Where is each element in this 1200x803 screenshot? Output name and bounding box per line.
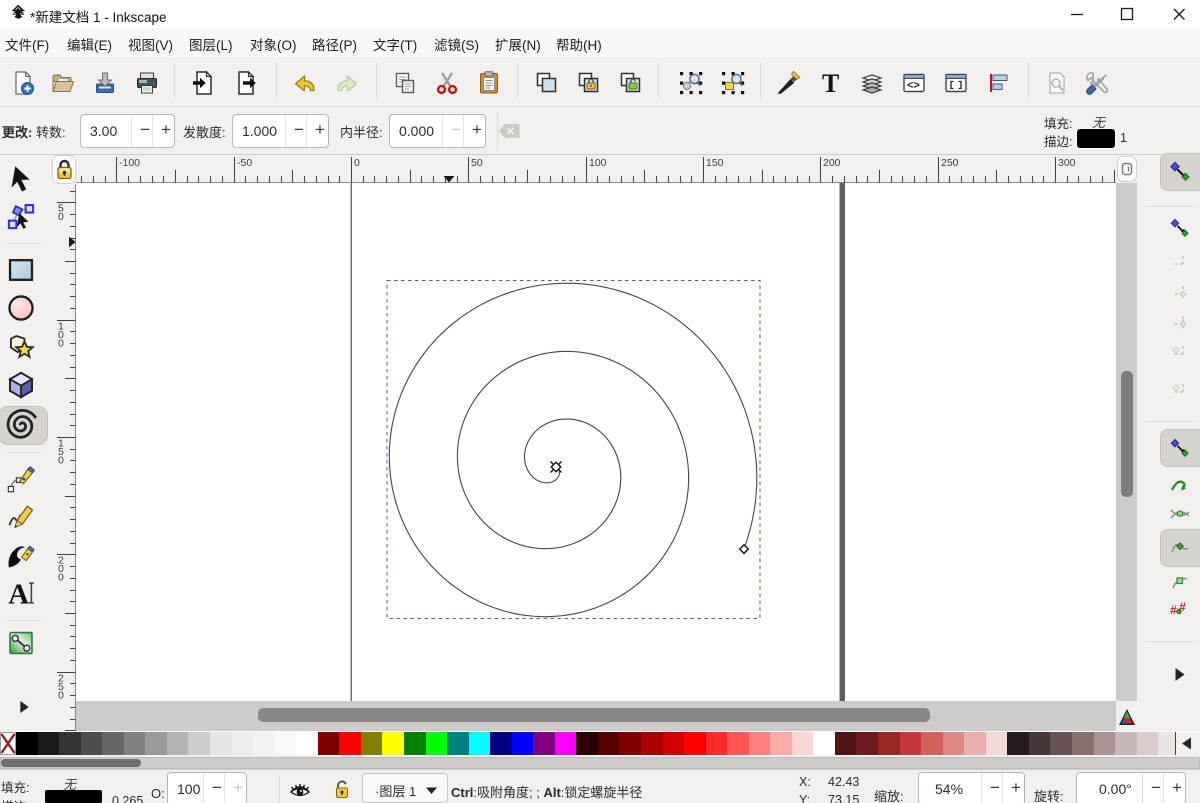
svg-text:0: 0 (354, 157, 360, 169)
svg-text:-50: -50 (237, 157, 252, 169)
svg-text:T: T (822, 70, 839, 96)
svg-text:-100: -100 (119, 157, 140, 169)
svg-text:#: # (1170, 603, 1177, 617)
svg-text:<>: <> (907, 80, 920, 92)
svg-text:50: 50 (471, 157, 483, 169)
svg-text:A: A (8, 578, 29, 608)
svg-text:150: 150 (706, 157, 724, 169)
svg-text:0: 0 (58, 572, 64, 584)
svg-text:0: 0 (58, 338, 64, 350)
svg-text:300: 300 (1058, 157, 1076, 169)
svg-text:250: 250 (941, 157, 959, 169)
svg-text:0: 0 (58, 455, 64, 467)
svg-text:0: 0 (58, 690, 64, 702)
svg-text:200: 200 (823, 157, 841, 169)
svg-text:100: 100 (589, 157, 607, 169)
svg-text:0: 0 (58, 211, 64, 223)
